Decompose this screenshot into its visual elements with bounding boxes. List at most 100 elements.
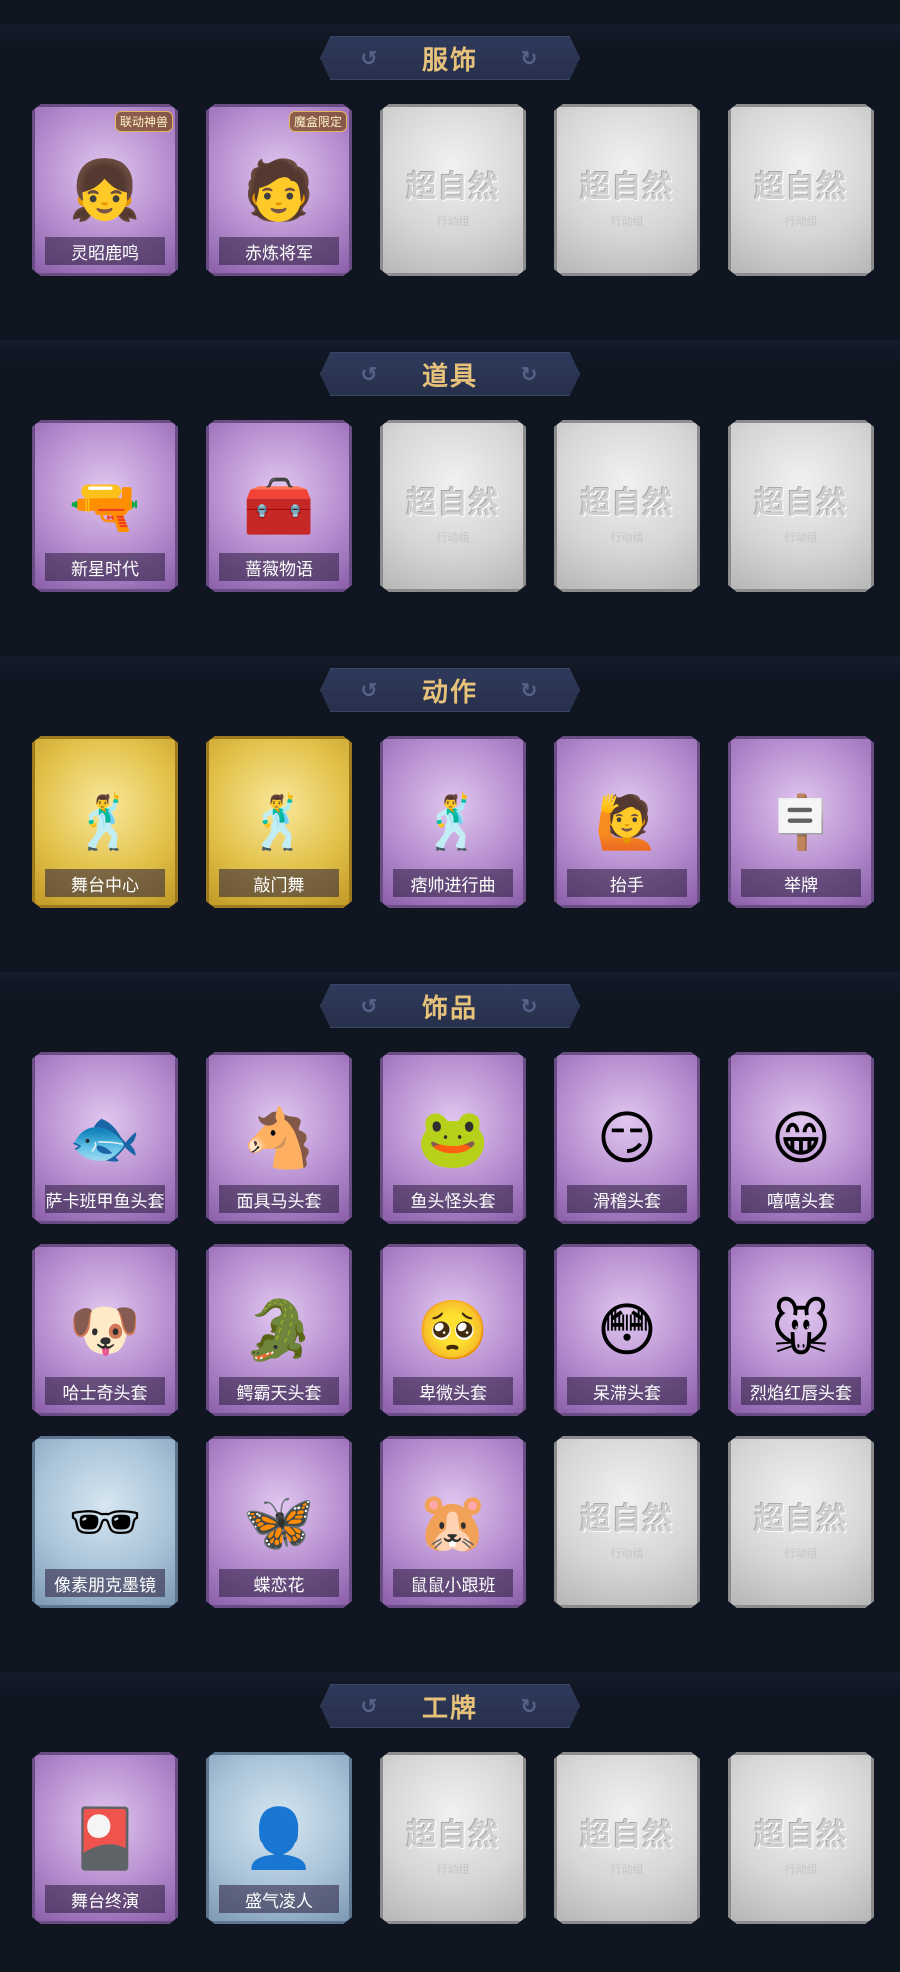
item-card[interactable]: 😁 嘻嘻头套	[728, 1052, 874, 1224]
section-title-text: 工牌	[421, 1693, 478, 1724]
item-name: 卑微头套	[393, 1377, 513, 1405]
item-name: 滑稽头套	[567, 1185, 687, 1213]
empty-item-slot[interactable]: 超自然 行动组	[380, 1752, 526, 1924]
empty-item-slot[interactable]: 超自然 行动组	[554, 1436, 700, 1608]
costume-lingzhao-icon: 👧	[68, 156, 142, 224]
empty-slot-subtitle: 行动组	[784, 1863, 818, 1876]
costume-general-icon: 🧑	[242, 156, 316, 224]
horse-head-icon: 🐴	[242, 1104, 316, 1172]
item-name: 痞帅进行曲	[393, 869, 513, 897]
empty-slot-logo: 超自然	[754, 1818, 848, 1853]
pikachu-head-icon: 🐭	[770, 1296, 832, 1364]
swirl-left-icon: ↺	[360, 678, 380, 702]
item-name: 盛气凌人	[219, 1885, 339, 1913]
fish-monster-head-icon: 🐸	[416, 1104, 490, 1172]
item-card[interactable]: 🕺 敲门舞	[206, 736, 352, 908]
empty-item-slot[interactable]: 超自然 行动组	[380, 104, 526, 276]
swirl-right-icon: ↻	[520, 46, 540, 70]
item-name: 新星时代	[45, 553, 165, 581]
section-title-text: 服饰	[421, 45, 478, 76]
empty-item-slot[interactable]: 超自然 行动组	[554, 420, 700, 592]
item-card[interactable]: 🐹 鼠鼠小跟班	[380, 1436, 526, 1608]
item-card[interactable]: 🐸 鱼头怪头套	[380, 1052, 526, 1224]
item-card[interactable]: 🐟 萨卡班甲鱼头套	[32, 1052, 178, 1224]
item-card[interactable]: 🥺 卑微头套	[380, 1244, 526, 1416]
swirl-left-icon: ↺	[360, 46, 380, 70]
empty-slot-logo: 超自然	[406, 1818, 500, 1853]
empty-slot-subtitle: 行动组	[436, 215, 470, 228]
locked-slot-icon: 超自然	[383, 1755, 523, 1921]
pleading-face-icon: 🥺	[416, 1296, 490, 1364]
item-name: 面具马头套	[219, 1185, 339, 1213]
item-card[interactable]: 🙋 抬手	[554, 736, 700, 908]
item-card[interactable]: 🐴 面具马头套	[206, 1052, 352, 1224]
swirl-left-icon: ↺	[360, 994, 380, 1018]
empty-slot-logo: 超自然	[754, 1502, 848, 1537]
empty-slot-subtitle: 行动组	[436, 1863, 470, 1876]
item-name: 烈焰红唇头套	[741, 1377, 861, 1405]
item-card[interactable]: 🕶 像素朋克墨镜	[32, 1436, 178, 1608]
item-card[interactable]: 🧰 蔷薇物语	[206, 420, 352, 592]
item-name: 鱼头怪头套	[393, 1185, 513, 1213]
section-title: ↺ 动作 ↻	[320, 668, 580, 712]
item-card[interactable]: 🕺 痞帅进行曲	[380, 736, 526, 908]
smirk-face-icon: 😏	[596, 1104, 658, 1172]
item-name: 蔷薇物语	[219, 553, 339, 581]
locked-slot-icon: 超自然	[731, 1755, 871, 1921]
empty-item-slot[interactable]: 超自然 行动组	[554, 104, 700, 276]
empty-slot-logo: 超自然	[580, 486, 674, 521]
section-title-text: 饰品	[421, 993, 478, 1024]
empty-slot-subtitle: 行动组	[784, 1547, 818, 1560]
pixel-sunglasses-icon: 🕶	[68, 1488, 142, 1556]
section-title-text: 道具	[421, 361, 478, 392]
item-name: 举牌	[741, 869, 861, 897]
item-card[interactable]: 🎴 舞台终演	[32, 1752, 178, 1924]
butterfly-ornament-icon: 🦋	[242, 1488, 316, 1556]
empty-slot-subtitle: 行动组	[610, 1547, 644, 1560]
empty-item-slot[interactable]: 超自然 行动组	[380, 420, 526, 592]
empty-slot-subtitle: 行动组	[436, 531, 470, 544]
hamster-icon: 🐹	[416, 1488, 490, 1556]
empty-item-slot[interactable]: 超自然 行动组	[728, 1752, 874, 1924]
locked-slot-icon: 超自然	[731, 107, 871, 273]
dazed-face-icon: 😳	[596, 1296, 658, 1364]
hold-sign-icon: 🪧	[768, 792, 834, 853]
item-card[interactable]: 😳 呆滞头套	[554, 1244, 700, 1416]
item-card[interactable]: 👧 联动神兽 灵昭鹿鸣	[32, 104, 178, 276]
empty-item-slot[interactable]: 超自然 行动组	[728, 104, 874, 276]
dance-pose-icon: 🕺	[72, 792, 138, 853]
item-name: 灵昭鹿鸣	[45, 237, 165, 265]
locked-slot-icon: 超自然	[731, 1439, 871, 1605]
item-card[interactable]: 🦋 蝶恋花	[206, 1436, 352, 1608]
item-card[interactable]: 🐊 鳄霸天头套	[206, 1244, 352, 1416]
limited-badge: 魔盒限定	[288, 111, 347, 132]
locked-slot-icon: 超自然	[557, 423, 697, 589]
item-card[interactable]: 🪧 举牌	[728, 736, 874, 908]
swirl-right-icon: ↻	[520, 362, 540, 386]
item-name: 赤炼将军	[219, 237, 339, 265]
section-title-text: 动作	[421, 677, 478, 708]
empty-slot-subtitle: 行动组	[610, 215, 644, 228]
item-card[interactable]: 😏 滑稽头套	[554, 1052, 700, 1224]
dance-pose-icon: 🕺	[246, 792, 312, 853]
section-title: ↺ 服饰 ↻	[320, 36, 580, 80]
item-card[interactable]: 🐭 烈焰红唇头套	[728, 1244, 874, 1416]
empty-slot-logo: 超自然	[406, 170, 500, 205]
item-name: 嘻嘻头套	[741, 1185, 861, 1213]
item-card[interactable]: 🔫 新星时代	[32, 420, 178, 592]
empty-slot-logo: 超自然	[754, 486, 848, 521]
item-card[interactable]: 🕺 舞台中心	[32, 736, 178, 908]
empty-slot-logo: 超自然	[580, 1502, 674, 1537]
item-name: 鳄霸天头套	[219, 1377, 339, 1405]
empty-item-slot[interactable]: 超自然 行动组	[554, 1752, 700, 1924]
crocodile-head-icon: 🐊	[242, 1296, 316, 1364]
empty-slot-logo: 超自然	[580, 1818, 674, 1853]
section-title: ↺ 工牌 ↻	[320, 1684, 580, 1728]
section-title: ↺ 道具 ↻	[320, 352, 580, 396]
empty-slot-logo: 超自然	[754, 170, 848, 205]
item-card[interactable]: 👤 盛气凌人	[206, 1752, 352, 1924]
empty-item-slot[interactable]: 超自然 行动组	[728, 1436, 874, 1608]
item-card[interactable]: 🐶 哈士奇头套	[32, 1244, 178, 1416]
empty-item-slot[interactable]: 超自然 行动组	[728, 420, 874, 592]
item-card[interactable]: 🧑 魔盒限定 赤炼将军	[206, 104, 352, 276]
